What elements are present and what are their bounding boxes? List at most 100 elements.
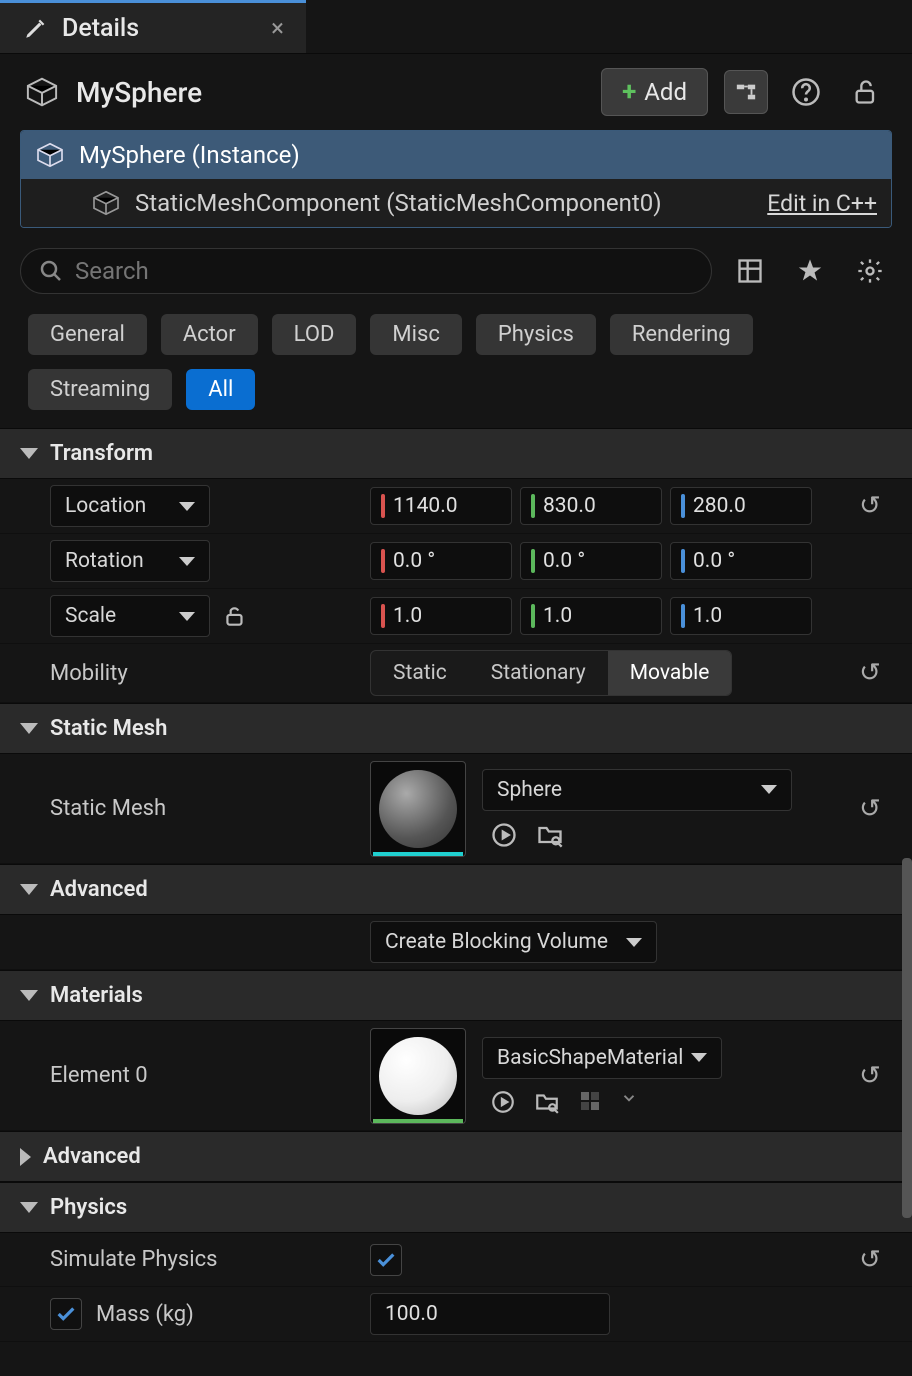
component-child[interactable]: StaticMeshComponent (StaticMeshComponent… [21,179,891,227]
tab-title: Details [62,14,139,43]
row-location: Location 1140.0 830.0 280.0 ↺ [0,479,912,534]
search-box[interactable] [20,248,712,294]
actor-name: MySphere [76,76,585,109]
chip-physics[interactable]: Physics [476,314,596,355]
row-rotation: Rotation 0.0 ° 0.0 ° 0.0 ° [0,534,912,589]
close-icon[interactable]: × [271,14,284,42]
section-advanced-2[interactable]: Advanced [0,1131,912,1182]
details-tab[interactable]: Details × [0,0,306,53]
mesh-dropdown[interactable]: Sphere [482,769,792,811]
search-row [0,238,912,304]
use-selected-icon[interactable] [490,821,518,849]
edit-cpp-link[interactable]: Edit in C++ [767,190,877,217]
browse-icon[interactable] [534,1089,560,1115]
scale-y[interactable]: 1.0 [520,597,662,635]
chip-lod[interactable]: LOD [272,314,357,355]
chip-rendering[interactable]: Rendering [610,314,753,355]
location-z[interactable]: 280.0 [670,487,812,525]
scrollbar[interactable] [902,858,912,1218]
reset-static-mesh[interactable]: ↺ [848,794,892,824]
rotation-y[interactable]: 0.0 ° [520,542,662,580]
section-transform[interactable]: Transform [0,428,912,479]
create-blocking-volume-button[interactable]: Create Blocking Volume [370,921,657,963]
location-x[interactable]: 1140.0 [370,487,512,525]
component-root-label: MySphere (Instance) [79,141,300,169]
pencil-icon [22,14,50,42]
section-physics[interactable]: Physics [0,1182,912,1233]
property-matrix-icon[interactable] [728,249,772,293]
row-material-0: Element 0 BasicShapeMaterial ↺ [0,1021,912,1131]
chip-streaming[interactable]: Streaming [28,369,172,410]
section-transform-title: Transform [50,441,153,466]
material-dropdown[interactable]: BasicShapeMaterial [482,1037,722,1079]
browse-icon[interactable] [536,821,564,849]
actor-header: MySphere + Add [0,54,912,130]
rotation-z[interactable]: 0.0 ° [670,542,812,580]
help-icon[interactable] [784,70,828,114]
component-tree-icon[interactable] [724,70,768,114]
plus-icon: + [622,77,636,107]
component-child-label: StaticMeshComponent (StaticMeshComponent… [135,189,662,217]
search-input[interactable] [75,257,693,285]
section-advanced-1[interactable]: Advanced [0,864,912,915]
mobility-static[interactable]: Static [371,651,469,695]
filter-chips: General Actor LOD Misc Physics Rendering… [0,304,912,428]
caret-down-icon [20,990,38,1001]
lock-open-icon[interactable] [844,70,888,114]
material-thumbnail[interactable] [370,1028,466,1124]
reset-mobility[interactable]: ↺ [848,658,892,688]
add-button-label: Add [644,78,687,106]
section-materials-title: Materials [50,983,143,1008]
rotation-x[interactable]: 0.0 ° [370,542,512,580]
row-mobility: Mobility Static Stationary Movable ↺ [0,644,912,703]
mass-input[interactable]: 100.0 [370,1293,610,1335]
settings-icon[interactable] [848,249,892,293]
search-icon [39,259,63,283]
static-mesh-label: Static Mesh [50,796,166,821]
row-static-mesh: Static Mesh Sphere ↺ [0,754,912,864]
simulate-physics-checkbox[interactable] [370,1244,402,1276]
row-simulate-physics: Simulate Physics ↺ [0,1233,912,1287]
mobility-stationary[interactable]: Stationary [469,651,608,695]
cube-icon [35,142,65,168]
chip-all[interactable]: All [186,369,255,410]
material-0-label: Element 0 [50,1063,148,1088]
rotation-dropdown[interactable]: Rotation [50,540,210,582]
reset-simulate-physics[interactable]: ↺ [848,1245,892,1275]
section-advanced-2-title: Advanced [43,1144,141,1169]
section-materials[interactable]: Materials [0,970,912,1021]
use-selected-icon[interactable] [490,1089,516,1115]
cube-icon [91,190,121,216]
mobility-label: Mobility [50,661,128,686]
scale-x[interactable]: 1.0 [370,597,512,635]
caret-right-icon [20,1148,31,1166]
mobility-selector[interactable]: Static Stationary Movable [370,650,732,696]
section-advanced-1-title: Advanced [50,877,148,902]
add-button[interactable]: + Add [601,68,708,116]
row-mass: Mass (kg) 100.0 [0,1287,912,1342]
scale-dropdown[interactable]: Scale [50,595,210,637]
scale-z[interactable]: 1.0 [670,597,812,635]
component-root[interactable]: MySphere (Instance) [21,131,891,179]
component-tree: MySphere (Instance) StaticMeshComponent … [20,130,892,228]
caret-down-icon [20,448,38,459]
reset-location[interactable]: ↺ [848,491,892,521]
chip-misc[interactable]: Misc [370,314,461,355]
mesh-thumbnail[interactable] [370,761,466,857]
reset-material-0[interactable]: ↺ [848,1061,892,1091]
mobility-movable[interactable]: Movable [608,651,732,695]
row-scale: Scale 1.0 1.0 1.0 [0,589,912,644]
section-static-mesh[interactable]: Static Mesh [0,703,912,754]
mass-override-checkbox[interactable] [50,1298,82,1330]
location-dropdown[interactable]: Location [50,485,210,527]
lock-scale-icon[interactable] [222,603,248,629]
tab-bar: Details × [0,0,912,54]
caret-down-icon [20,1202,38,1213]
more-caret-icon[interactable] [620,1089,638,1115]
chip-actor[interactable]: Actor [161,314,258,355]
favorite-icon[interactable] [788,249,832,293]
location-y[interactable]: 830.0 [520,487,662,525]
section-physics-title: Physics [50,1195,127,1220]
chip-general[interactable]: General [28,314,147,355]
texture-icon[interactable] [578,1089,602,1115]
